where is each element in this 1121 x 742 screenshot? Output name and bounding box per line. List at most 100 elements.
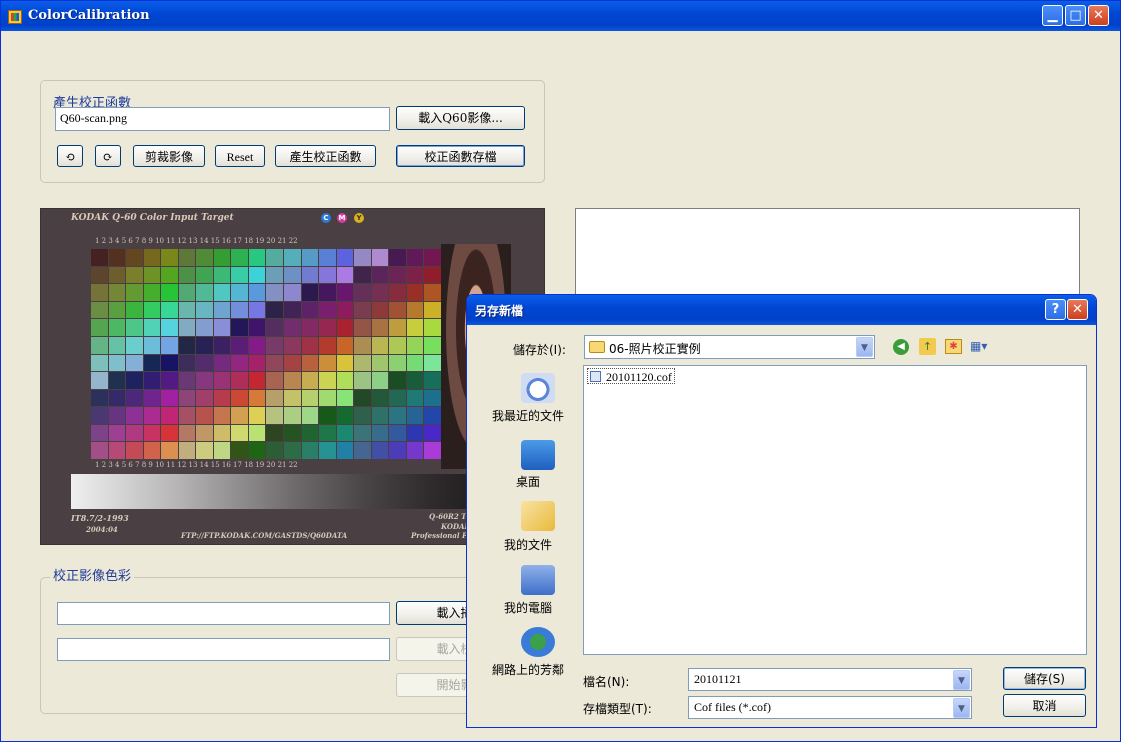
place-network[interactable]: 網路上的芳鄰 xyxy=(477,661,579,678)
color-patch xyxy=(231,389,248,407)
chevron-down-icon[interactable]: ▼ xyxy=(953,670,970,690)
desktop-icon[interactable] xyxy=(521,440,555,470)
minimize-button[interactable]: ▁ xyxy=(1042,5,1063,26)
color-patch xyxy=(266,249,283,266)
place-recent-documents[interactable]: 我最近的文件 xyxy=(477,407,579,424)
color-patch xyxy=(371,249,389,266)
color-patch xyxy=(389,301,406,319)
color-patch xyxy=(283,389,301,407)
scan-file-input[interactable] xyxy=(57,602,390,625)
back-icon[interactable]: ◀ xyxy=(893,339,909,355)
network-places-icon[interactable] xyxy=(521,627,555,657)
color-patch xyxy=(248,372,266,389)
color-patch xyxy=(283,442,301,459)
rotate-cw-button[interactable]: ⟳ xyxy=(95,145,121,167)
color-patch xyxy=(406,336,424,354)
color-patch xyxy=(424,354,441,372)
color-patch xyxy=(161,372,178,389)
list-item[interactable]: 20101120.cof xyxy=(587,368,675,384)
color-patch xyxy=(91,354,108,372)
color-patch xyxy=(319,266,336,284)
color-patch xyxy=(336,319,354,336)
cancel-button[interactable]: 取消 xyxy=(1003,694,1086,717)
file-name-label: 檔名(N): xyxy=(583,675,630,689)
color-patch xyxy=(161,249,178,266)
color-patch xyxy=(91,284,108,301)
color-patch xyxy=(143,389,161,407)
color-patch xyxy=(213,249,231,266)
color-patch xyxy=(108,266,126,284)
dialog-title-bar[interactable]: 另存新檔 ? ✕ xyxy=(467,295,1096,325)
save-in-label: 儲存於(I): xyxy=(513,343,566,357)
recent-documents-icon[interactable] xyxy=(521,373,555,403)
color-patch xyxy=(424,424,441,442)
color-patch xyxy=(266,319,283,336)
place-my-computer[interactable]: 我的電腦 xyxy=(477,599,579,616)
my-documents-icon[interactable] xyxy=(521,501,555,531)
help-button[interactable]: ? xyxy=(1045,299,1066,320)
my-computer-icon[interactable] xyxy=(521,565,555,595)
rotate-ccw-icon: ⟲ xyxy=(64,150,76,164)
color-patch xyxy=(91,407,108,424)
color-patch xyxy=(389,249,406,266)
color-patch xyxy=(319,442,336,459)
chevron-down-icon[interactable]: ▼ xyxy=(953,698,970,718)
generate-function-button[interactable]: 產生校正函數 xyxy=(275,145,376,167)
dialog-close-button[interactable]: ✕ xyxy=(1067,299,1088,320)
rotate-ccw-button[interactable]: ⟲ xyxy=(57,145,83,167)
color-patch xyxy=(178,442,196,459)
color-patch xyxy=(301,407,319,424)
color-patch xyxy=(213,372,231,389)
up-folder-icon[interactable]: ↑ xyxy=(919,338,936,355)
color-patch xyxy=(91,442,108,459)
color-patch xyxy=(196,266,213,284)
color-patch xyxy=(213,407,231,424)
magenta-dot: M xyxy=(337,213,347,223)
title-bar[interactable]: ColorCalibration ▁ □ ✕ xyxy=(1,1,1120,31)
q60-file-input[interactable]: Q60-scan.png xyxy=(55,107,390,131)
color-patch xyxy=(336,266,354,284)
color-patch xyxy=(424,266,441,284)
place-desktop[interactable]: 桌面 xyxy=(477,473,579,490)
file-list[interactable]: 20101120.cof xyxy=(583,365,1087,655)
color-patch xyxy=(406,266,424,284)
color-patch xyxy=(143,336,161,354)
color-patch xyxy=(371,424,389,442)
color-patch xyxy=(248,266,266,284)
color-patch xyxy=(424,301,441,319)
places-bar: 我最近的文件 桌面 我的文件 我的電腦 網路上的芳鄰 xyxy=(477,365,579,677)
load-q60-button[interactable]: 載入Q60影像... xyxy=(396,106,525,130)
color-patch xyxy=(406,249,424,266)
color-patch xyxy=(178,354,196,372)
place-my-documents[interactable]: 我的文件 xyxy=(477,536,579,553)
save-in-dropdown[interactable]: 06-照片校正實例 ▼ xyxy=(584,335,875,359)
save-function-button[interactable]: 校正函數存檔 xyxy=(396,145,525,167)
yellow-dot: Y xyxy=(354,213,364,223)
color-patch xyxy=(266,336,283,354)
views-menu-icon[interactable]: ▦▾ xyxy=(970,339,994,355)
maximize-button[interactable]: □ xyxy=(1065,5,1086,26)
color-patch xyxy=(213,266,231,284)
color-patch xyxy=(178,424,196,442)
color-patch xyxy=(424,284,441,301)
color-patch xyxy=(301,354,319,372)
file-name: 20101120.cof xyxy=(606,370,672,384)
color-patch xyxy=(389,407,406,424)
crop-image-button[interactable]: 剪裁影像 xyxy=(133,145,205,167)
color-patch xyxy=(178,336,196,354)
file-name-field[interactable]: 20101121 ▼ xyxy=(688,668,972,691)
save-button[interactable]: 儲存(S) xyxy=(1003,667,1086,690)
color-patch xyxy=(248,284,266,301)
close-button[interactable]: ✕ xyxy=(1088,5,1109,26)
chevron-down-icon[interactable]: ▼ xyxy=(856,337,873,357)
reset-button[interactable]: Reset xyxy=(215,145,265,167)
new-folder-icon[interactable]: ✱ xyxy=(945,339,962,354)
color-patch xyxy=(91,389,108,407)
file-type-value: Cof files (*.cof) xyxy=(694,700,771,714)
color-patch xyxy=(319,319,336,336)
file-type-dropdown[interactable]: Cof files (*.cof) ▼ xyxy=(688,696,972,719)
color-patch xyxy=(196,249,213,266)
color-patch xyxy=(336,442,354,459)
color-patch xyxy=(424,442,441,459)
calibration-file-input[interactable] xyxy=(57,638,390,661)
